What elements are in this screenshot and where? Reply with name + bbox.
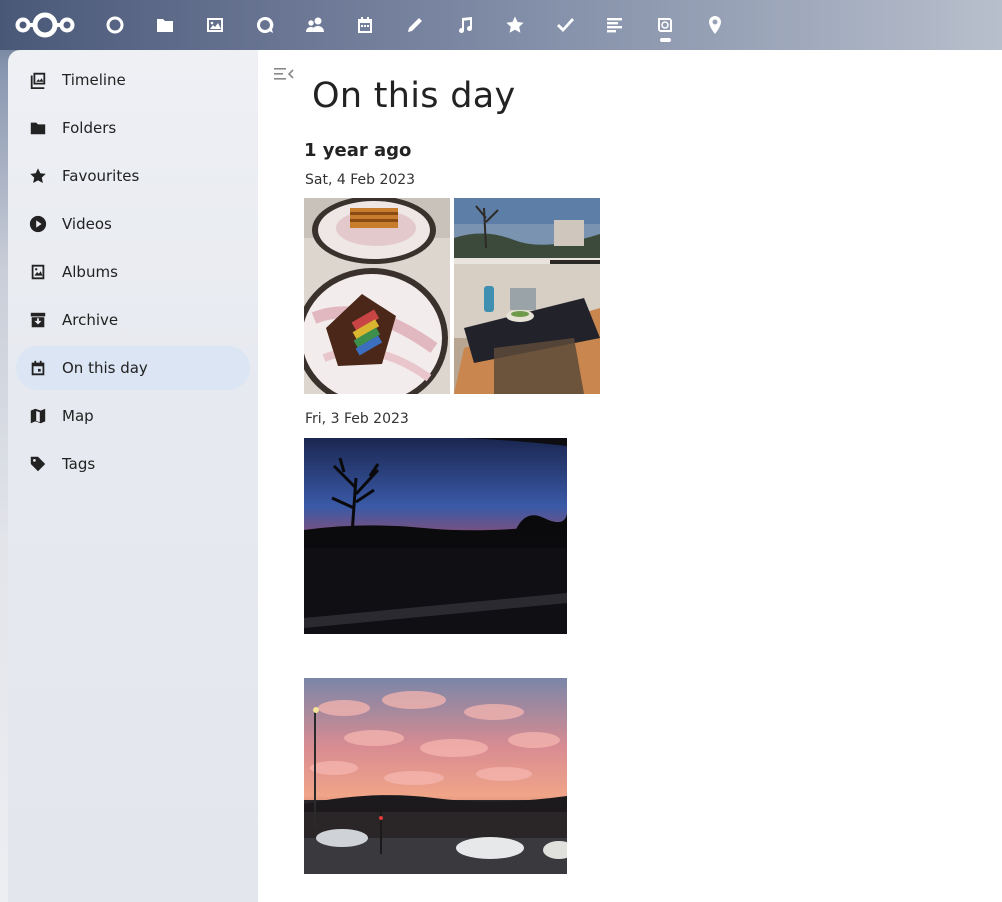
sidebar-item-map[interactable]: Map	[16, 394, 250, 438]
calendar-icon	[28, 358, 48, 378]
photos-app-icon[interactable]	[201, 11, 229, 39]
sidebar-item-videos[interactable]: Videos	[16, 202, 250, 246]
calendar-app-icon[interactable]	[351, 11, 379, 39]
main-content: On this day 1 year ago Sat, 4 Feb 2023 F…	[258, 50, 1002, 902]
date-label: Fri, 3 Feb 2023	[305, 411, 409, 427]
nextcloud-logo-icon[interactable]	[14, 10, 76, 40]
photo-thumbnail[interactable]	[304, 438, 567, 634]
sidebar-item-label: Archive	[62, 311, 119, 329]
folder-icon	[28, 118, 48, 138]
sidebar-item-label: Videos	[62, 215, 112, 233]
sidebar-item-label: Timeline	[62, 71, 126, 89]
top-header	[0, 0, 1002, 50]
sidebar-item-label: Folders	[62, 119, 117, 137]
sidebar-item-albums[interactable]: Albums	[16, 250, 250, 294]
section-title: 1 year ago	[304, 140, 412, 161]
maps-app-icon[interactable]	[701, 11, 729, 39]
sidebar-item-label: Favourites	[62, 167, 140, 185]
archive-icon	[28, 310, 48, 330]
sidebar-toggle-icon[interactable]	[274, 66, 294, 82]
sidebar-item-label: Albums	[62, 263, 118, 281]
navigation-sidebar: Timeline Folders Favourites Videos Album…	[8, 50, 258, 902]
music-app-icon[interactable]	[451, 11, 479, 39]
star-icon	[28, 166, 48, 186]
photo-thumbnail[interactable]	[304, 678, 567, 874]
sidebar-item-label: On this day	[62, 359, 148, 377]
tasks-app-icon[interactable]	[551, 11, 579, 39]
photo-thumbnail[interactable]	[304, 198, 450, 394]
page-title: On this day	[312, 76, 516, 116]
news-app-icon[interactable]	[601, 11, 629, 39]
files-app-icon[interactable]	[151, 11, 179, 39]
sidebar-item-label: Map	[62, 407, 94, 425]
sidebar-item-archive[interactable]: Archive	[16, 298, 250, 342]
active-app-indicator	[660, 38, 671, 42]
photo-thumbnail[interactable]	[454, 198, 600, 394]
date-label: Sat, 4 Feb 2023	[305, 172, 416, 188]
sidebar-item-label: Tags	[62, 455, 96, 473]
contacts-app-icon[interactable]	[301, 11, 329, 39]
album-icon	[28, 262, 48, 282]
timeline-icon	[28, 70, 48, 90]
sidebar-item-favourites[interactable]: Favourites	[16, 154, 250, 198]
sidebar-item-tags[interactable]: Tags	[16, 442, 250, 486]
sidebar-item-folders[interactable]: Folders	[16, 106, 250, 150]
notes-app-icon[interactable]	[401, 11, 429, 39]
play-icon	[28, 214, 48, 234]
bookmarks-app-icon[interactable]	[501, 11, 529, 39]
sidebar-item-timeline[interactable]: Timeline	[16, 58, 250, 102]
memories-app-icon[interactable]	[651, 11, 679, 39]
tag-icon	[28, 454, 48, 474]
sidebar-item-on-this-day[interactable]: On this day	[16, 346, 250, 390]
talk-app-icon[interactable]	[251, 11, 279, 39]
dashboard-app-icon[interactable]	[101, 11, 129, 39]
map-icon	[28, 406, 48, 426]
